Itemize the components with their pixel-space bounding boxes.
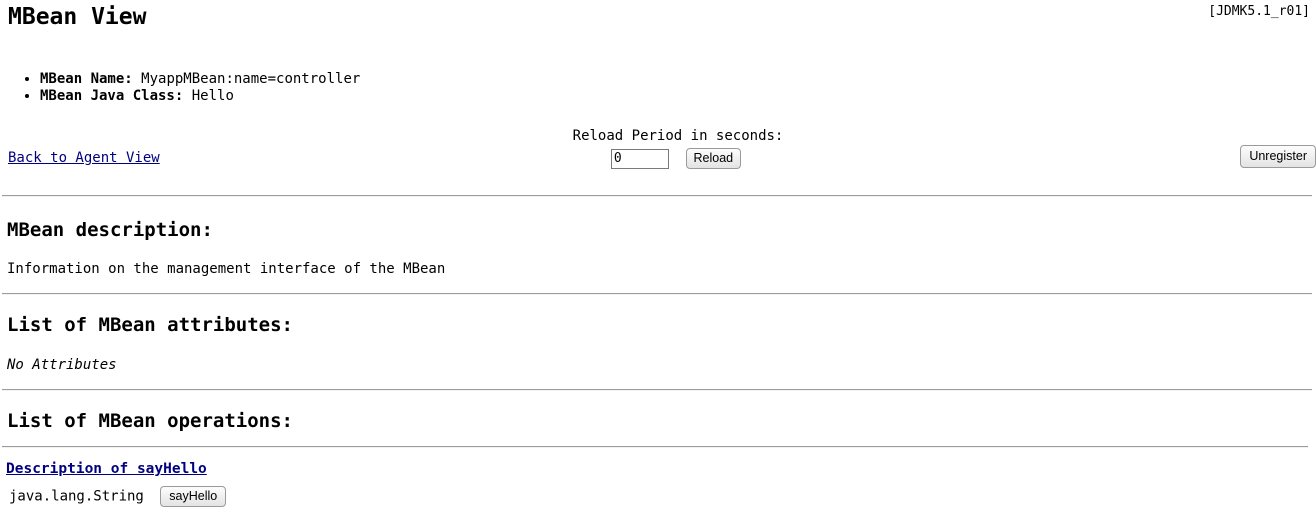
operation-invoke-button-sayhello[interactable]: sayHello bbox=[160, 486, 227, 507]
reload-button[interactable]: Reload bbox=[685, 148, 742, 169]
list-item-mbean-name: MBean Name: MyappMBean:name=controller bbox=[40, 71, 360, 88]
reload-period-block: Reload Period in seconds: Reload bbox=[0, 126, 1316, 169]
reload-period-input[interactable] bbox=[610, 148, 669, 169]
control-band: Back to Agent View Reload Period in seco… bbox=[0, 126, 1316, 178]
mbean-description-text: Information on the management interface … bbox=[7, 261, 446, 277]
page-title: MBean View bbox=[8, 4, 147, 30]
reload-controls: Reload bbox=[0, 148, 1316, 169]
mbean-attributes-heading: List of MBean attributes: bbox=[7, 314, 293, 336]
mbean-info-list: MBean Name: MyappMBean:name=controller M… bbox=[0, 71, 360, 105]
operation-row-sayhello: java.lang.String sayHello bbox=[9, 486, 227, 507]
mbean-name-label: MBean Name: bbox=[40, 71, 133, 87]
mbean-attributes-empty-text: No Attributes bbox=[7, 357, 117, 373]
operation-return-type: java.lang.String bbox=[9, 488, 144, 505]
reload-period-label: Reload Period in seconds: bbox=[572, 128, 784, 144]
divider-after-description bbox=[2, 293, 1312, 295]
mbean-operations-heading: List of MBean operations: bbox=[7, 410, 293, 432]
operation-description-link-sayhello[interactable]: Description of sayHello bbox=[6, 461, 207, 477]
divider-after-attributes bbox=[2, 389, 1312, 391]
version-tag: [JDMK5.1_r01] bbox=[1208, 4, 1310, 19]
unregister-button[interactable]: Unregister bbox=[1240, 145, 1316, 168]
divider-above-operation bbox=[2, 446, 1308, 448]
mbean-description-heading: MBean description: bbox=[7, 219, 213, 241]
mbean-java-class-value: Hello bbox=[191, 88, 234, 104]
unregister-wrap: Unregister bbox=[1240, 145, 1316, 168]
page-header: MBean View [JDMK5.1_r01] bbox=[0, 0, 1316, 46]
mbean-java-class-label: MBean Java Class: bbox=[40, 88, 184, 104]
mbean-name-value: MyappMBean:name=controller bbox=[141, 71, 361, 87]
list-item-mbean-java-class: MBean Java Class: Hello bbox=[40, 88, 360, 105]
divider-after-controls bbox=[2, 195, 1312, 197]
